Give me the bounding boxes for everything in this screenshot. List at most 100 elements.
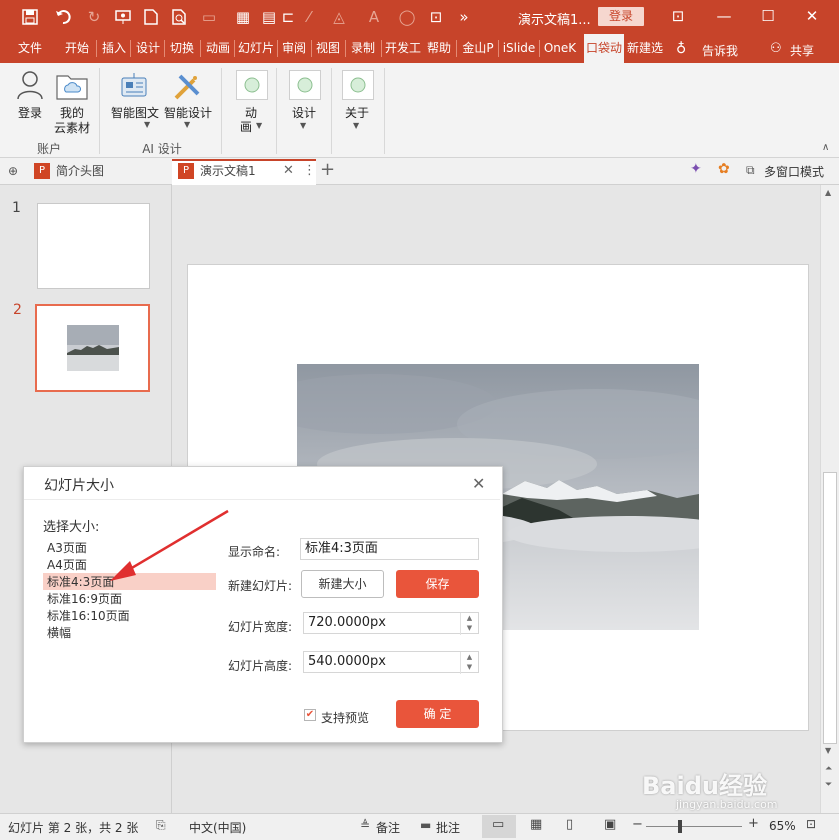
scroll-up-icon[interactable]: ▲ xyxy=(825,188,831,197)
chevron-down-icon[interactable]: ▼ xyxy=(353,121,359,130)
user-icon[interactable] xyxy=(16,70,44,103)
slide-width-input[interactable]: 720.0000px xyxy=(303,612,479,634)
ok-button[interactable]: 确 定 xyxy=(396,700,479,728)
my-cloud-label-2[interactable]: 云素材 xyxy=(52,119,92,136)
close-tab-icon[interactable]: ✕ xyxy=(283,163,294,178)
collapse-ribbon-icon[interactable]: ∧ xyxy=(822,142,829,153)
add-tab-icon[interactable]: + xyxy=(320,159,335,180)
ribbon-display-icon[interactable]: ⊡ xyxy=(666,5,690,27)
eyedropper-icon[interactable]: ⁄ xyxy=(300,7,318,27)
save-icon[interactable] xyxy=(20,7,40,27)
cloud-folder-icon[interactable] xyxy=(56,72,88,103)
redo-icon[interactable]: ↻ xyxy=(84,7,104,27)
grid-icon[interactable]: ▦ xyxy=(234,7,252,27)
zoom-slider-track[interactable] xyxy=(646,826,742,827)
chevron-down-icon[interactable]: ▼ xyxy=(300,121,306,130)
tab-view[interactable]: 视图 xyxy=(314,34,342,63)
slideshow-icon[interactable]: ▣ xyxy=(604,817,616,832)
size-option-a3[interactable]: A3页面 xyxy=(47,540,87,556)
undo-icon[interactable] xyxy=(50,7,78,27)
shape-icon[interactable]: ▤ xyxy=(262,7,276,27)
fit-window-icon[interactable]: ⊡ xyxy=(806,817,816,831)
tab-transitions[interactable]: 切换 xyxy=(167,34,197,63)
zoom-slider-thumb[interactable] xyxy=(678,820,682,833)
person-icon[interactable]: ⚇ xyxy=(770,41,782,56)
align-icon[interactable]: ⊏ xyxy=(280,7,296,27)
smart-layout-label[interactable]: 智能图文 xyxy=(108,104,162,121)
multi-window-icon[interactable]: ⧉ xyxy=(746,163,755,178)
about-button-icon[interactable] xyxy=(342,70,374,100)
comments-icon[interactable]: ▬ xyxy=(420,818,431,832)
save-button[interactable]: 保存 xyxy=(396,570,479,598)
height-spinner-icon[interactable]: ▲ ▼ xyxy=(460,652,478,674)
chevron-down-icon[interactable]: ▼ xyxy=(184,120,190,129)
tab-islide[interactable]: iSlide xyxy=(500,34,538,63)
tab-review[interactable]: 审阅 xyxy=(280,34,308,63)
new-file-icon[interactable] xyxy=(142,7,160,27)
minimize-button[interactable]: — xyxy=(712,5,736,27)
zoom-out-icon[interactable]: − xyxy=(632,817,643,832)
tab-slideshow[interactable]: 幻灯片 xyxy=(237,34,275,63)
tab-new-options[interactable]: 新建选 xyxy=(626,34,664,63)
multi-window-mode[interactable]: 多窗口模式 xyxy=(764,163,824,180)
close-button[interactable]: ✕ xyxy=(800,5,824,27)
magic-icon[interactable]: ✦ xyxy=(690,161,702,177)
login-button[interactable]: 登录 xyxy=(598,7,644,26)
slide-thumbnail-2[interactable] xyxy=(35,304,150,392)
share-button[interactable]: 共享 xyxy=(790,42,814,59)
slide-height-input[interactable]: 540.0000px xyxy=(303,651,479,673)
preview-checkbox[interactable]: ✔ xyxy=(304,709,316,721)
tab-file[interactable]: 文件 xyxy=(12,34,48,63)
tab-insert[interactable]: 插入 xyxy=(99,34,129,63)
doc-tab-presentation[interactable]: 演示文稿1 xyxy=(200,160,256,183)
design-label[interactable]: 设计 xyxy=(289,104,319,121)
print-preview-icon[interactable] xyxy=(170,7,190,27)
circle-icon[interactable]: ◯ xyxy=(396,7,418,27)
design-button-icon[interactable] xyxy=(289,70,321,100)
zoom-in-icon[interactable]: + xyxy=(748,816,759,831)
tab-kingsoft[interactable]: 金山P xyxy=(459,34,497,63)
notes-button[interactable]: 备注 xyxy=(376,819,400,836)
width-spinner-icon[interactable]: ▲ ▼ xyxy=(460,613,478,635)
animation-label-2[interactable]: 画 xyxy=(236,118,256,135)
fill-icon[interactable]: ◬ xyxy=(326,7,352,27)
maximize-button[interactable]: ☐ xyxy=(756,5,780,27)
smart-layout-icon[interactable] xyxy=(118,72,150,105)
font-color-icon[interactable]: A xyxy=(362,7,386,27)
smart-design-label[interactable]: 智能设计 xyxy=(162,104,214,121)
notes-icon[interactable]: ≜ xyxy=(360,818,370,832)
next-slide-icon[interactable]: ⏷ xyxy=(825,780,832,790)
login-ribbon-label[interactable]: 登录 xyxy=(12,104,48,121)
smart-design-icon[interactable] xyxy=(172,72,202,105)
tell-me-label[interactable]: 告诉我 xyxy=(702,42,738,59)
reading-view-icon[interactable]: ▯ xyxy=(566,817,573,832)
zoom-level[interactable]: 65% xyxy=(769,819,796,833)
new-size-button[interactable]: 新建大小 xyxy=(301,570,384,598)
size-option-16-9[interactable]: 标准16:9页面 xyxy=(47,591,122,607)
comments-button[interactable]: 批注 xyxy=(436,819,460,836)
display-name-input[interactable]: 标准4:3页面 xyxy=(300,538,479,560)
preview-label[interactable]: 支持预览 xyxy=(321,709,369,726)
scroll-down-icon[interactable]: ▼ xyxy=(825,746,831,755)
more-icon[interactable]: » xyxy=(456,7,472,27)
gear-icon[interactable]: ✿ xyxy=(718,161,730,177)
tab-animations[interactable]: 动画 xyxy=(203,34,233,63)
picture-icon[interactable]: ▭ xyxy=(198,7,220,27)
slide-sorter-icon[interactable]: ▦ xyxy=(530,817,542,832)
crop-icon[interactable]: ⊡ xyxy=(426,7,446,27)
animation-button-icon[interactable] xyxy=(236,70,268,100)
dialog-close-icon[interactable]: ✕ xyxy=(472,474,485,493)
pin-icon[interactable]: ⊕ xyxy=(8,164,18,178)
more-options-icon[interactable]: ⋮ xyxy=(303,163,316,178)
language-status[interactable]: 中文(中国) xyxy=(189,819,246,836)
tab-design[interactable]: 设计 xyxy=(133,34,163,63)
tab-home[interactable]: 开始 xyxy=(62,34,92,63)
tab-pocket-animation[interactable]: 口袋动 xyxy=(584,34,624,63)
tab-record[interactable]: 录制 xyxy=(348,34,378,63)
chevron-down-icon[interactable]: ▼ xyxy=(256,121,262,130)
tab-developer[interactable]: 开发工 xyxy=(384,34,422,63)
size-option-banner[interactable]: 横幅 xyxy=(47,625,71,641)
scroll-thumb[interactable] xyxy=(823,472,837,744)
present-icon[interactable] xyxy=(112,7,134,27)
slide-thumbnail-1[interactable] xyxy=(37,203,150,289)
